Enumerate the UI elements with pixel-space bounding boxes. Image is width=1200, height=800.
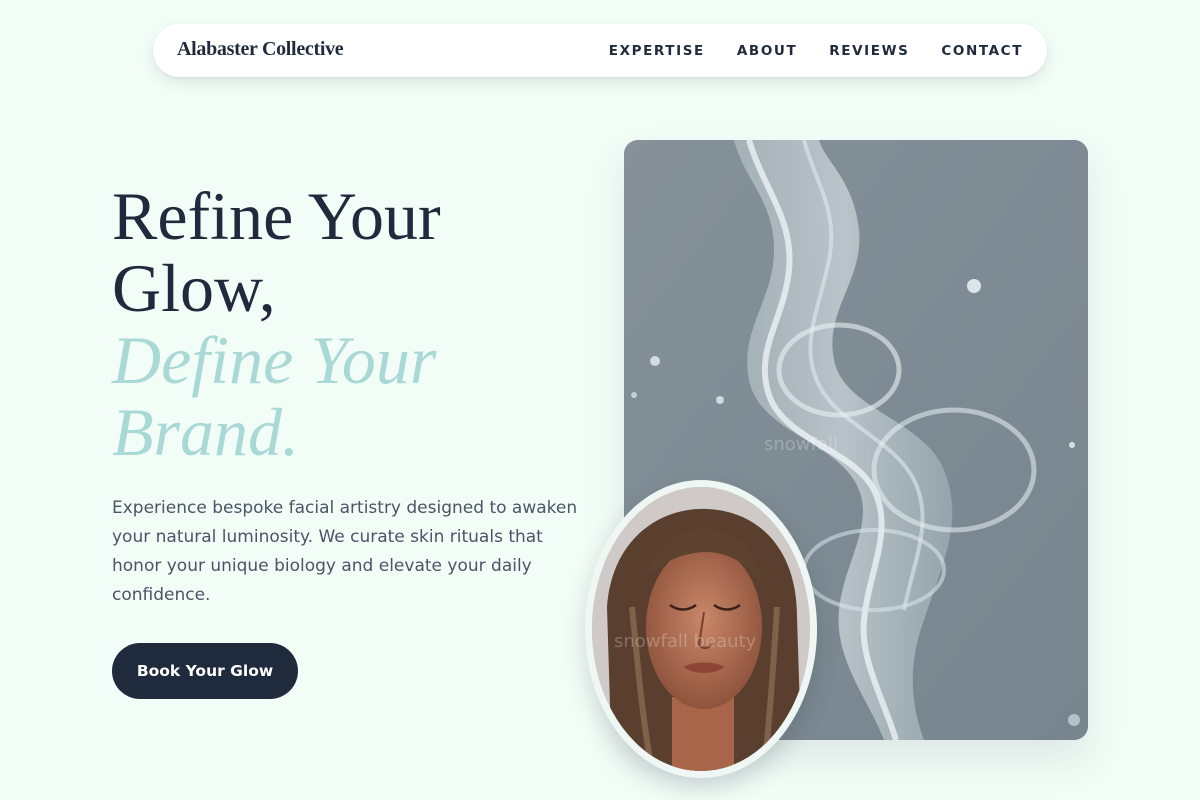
nav-link-reviews[interactable]: REVIEWS	[829, 43, 909, 59]
portrait-image: snowfall beauty	[592, 487, 810, 771]
brand-logo[interactable]: Alabaster Collective	[177, 38, 344, 61]
hero-headline: Refine Your Glow, Define Your Brand.	[112, 180, 441, 468]
portrait-frame: snowfall beauty	[585, 480, 817, 778]
nav-link-expertise[interactable]: EXPERTISE	[609, 43, 705, 59]
headline-accent-1: Define Your	[112, 322, 437, 398]
nav-link-about[interactable]: ABOUT	[737, 43, 797, 59]
book-your-glow-button[interactable]: Book Your Glow	[112, 643, 298, 699]
nav-link-contact[interactable]: CONTACT	[941, 43, 1023, 59]
hero-description: Experience bespoke facial artistry desig…	[112, 498, 578, 605]
headline-line-1: Refine Your	[112, 178, 441, 254]
nav-links: EXPERTISE ABOUT REVIEWS CONTACT	[609, 24, 1023, 77]
portrait-watermark: snowfall beauty	[614, 631, 757, 652]
headline-accent-2: Brand.	[112, 394, 299, 470]
headline-line-2: Glow,	[112, 250, 276, 326]
top-navbar: Alabaster Collective EXPERTISE ABOUT REV…	[153, 24, 1047, 77]
water-watermark: snowfall	[764, 434, 838, 455]
